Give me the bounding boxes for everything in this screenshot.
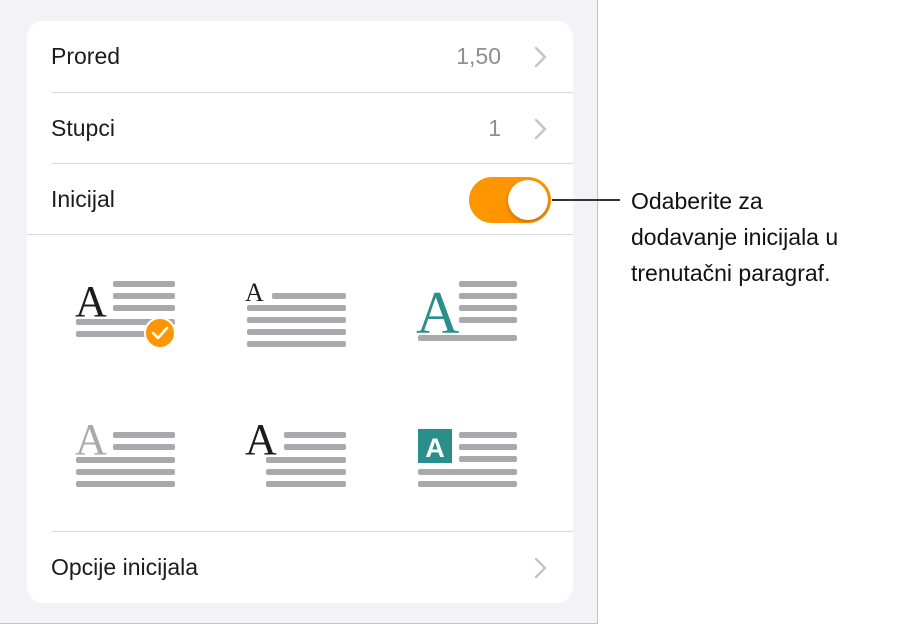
- drop-cap-row: Inicijal: [27, 164, 573, 235]
- drop-cap-letter: A: [245, 415, 277, 464]
- selected-badge: [144, 317, 176, 349]
- drop-cap-style-6[interactable]: A: [415, 414, 525, 494]
- callout-line-3: trenutačni paragraf.: [631, 260, 831, 286]
- drop-cap-label: Inicijal: [51, 186, 115, 212]
- drop-cap-style-grid: A A A A A A: [27, 234, 573, 531]
- line-spacing-row[interactable]: Prored 1,50: [27, 21, 573, 92]
- drop-cap-options-label: Opcije inicijala: [51, 554, 199, 580]
- line-spacing-label: Prored: [51, 43, 121, 69]
- callout-line-2: dodavanje inicijala u: [631, 224, 839, 250]
- drop-cap-style-4[interactable]: A: [73, 414, 183, 494]
- columns-label: Stupci: [51, 115, 115, 141]
- drop-cap-settings-card: Prored 1,50 Stupci 1 Inicijal A A A A A …: [27, 21, 573, 603]
- toggle-knob: [508, 180, 548, 220]
- drop-cap-letter: A: [75, 278, 107, 326]
- columns-value: 1: [488, 115, 501, 141]
- drop-cap-options-row[interactable]: Opcije inicijala: [27, 532, 573, 603]
- chevron-right-icon: [534, 557, 547, 579]
- drop-cap-style-1[interactable]: A: [73, 278, 183, 358]
- drop-cap-letter: A: [425, 433, 445, 463]
- callout-line-1: Odaberite za: [631, 188, 763, 214]
- drop-cap-style-3[interactable]: A: [415, 278, 525, 358]
- drop-cap-style-2[interactable]: A: [244, 278, 354, 358]
- callout-text: Odaberite za dodavanje inicijala u trenu…: [631, 183, 901, 291]
- drop-cap-style-5[interactable]: A: [244, 414, 354, 494]
- drop-cap-letter: A: [245, 278, 264, 307]
- paragraph-format-popover: Prored 1,50 Stupci 1 Inicijal A A A A A …: [0, 0, 598, 624]
- chevron-right-icon: [534, 118, 547, 140]
- drop-cap-letter: A: [75, 415, 107, 464]
- chevron-right-icon: [534, 46, 547, 68]
- columns-row[interactable]: Stupci 1: [27, 93, 573, 164]
- callout-leader-line: [552, 199, 620, 201]
- line-spacing-value: 1,50: [456, 43, 501, 69]
- drop-cap-toggle[interactable]: [469, 177, 551, 223]
